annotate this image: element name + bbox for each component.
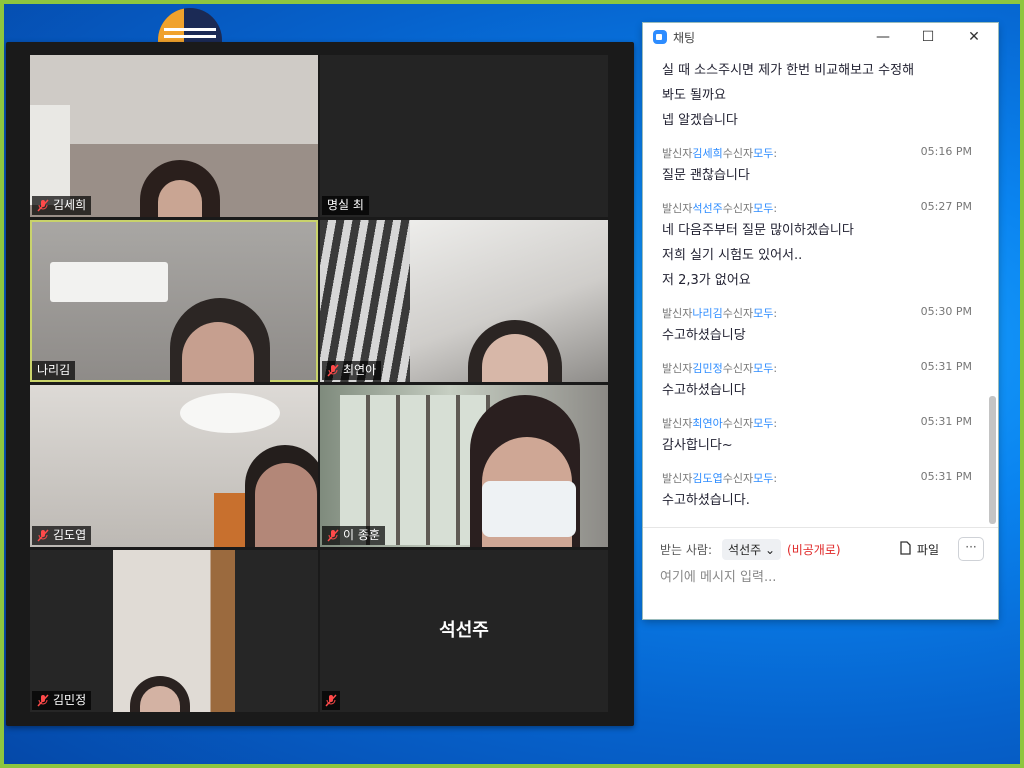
message-time: 05:31 PM [920,360,972,373]
video-tile-active-speaker[interactable]: 나리김 [30,220,318,382]
ceiling-light [180,393,280,433]
participant-name-tag: 이 종훈 [322,526,385,545]
file-button[interactable]: 파일 [900,540,939,558]
zoom-logo-icon [653,30,667,44]
participant-face [255,463,317,547]
participant-name-tag: 김세희 [32,196,92,215]
message-time: 05:31 PM [920,415,972,428]
chat-scrollbar[interactable] [989,53,996,549]
maximize-button[interactable]: ☐ [906,23,950,51]
message-time: 05:16 PM [920,145,972,158]
scrollbar-thumb[interactable] [989,396,996,524]
mic-muted-icon [37,199,49,212]
sender-name[interactable]: 김도엽 [692,472,722,485]
recipient-name[interactable]: 모두 [753,472,773,485]
message-text: 네 다음주부터 질문 많이하겠습니다 [662,223,854,238]
message-input[interactable]: 여기에 메시지 입력... [660,566,776,585]
message-text: 저 2,3가 없어요 [662,273,751,288]
recipient-name[interactable]: 모두 [753,362,773,375]
message-text: 봐도 될까요 [662,88,726,103]
video-tile[interactable]: 김세희 [30,55,318,217]
message-text: 질문 괜찮습니다 [662,168,750,183]
recipient-dropdown[interactable]: 석선주 ⌄ [722,538,782,560]
recipient-label: 받는 사람: [660,542,713,557]
window-light [30,105,70,205]
message-text: 감사합니다~ [662,438,733,453]
chat-title: 채팅 [673,30,696,45]
chevron-down-icon: ⌄ [764,542,776,557]
recipient-name[interactable]: 모두 [753,147,773,160]
message-text: 수고하셨습니당 [662,328,746,343]
mic-muted-icon [325,694,337,707]
message-text: 저희 실기 시험도 있어서.. [662,248,803,263]
recipient-name[interactable]: 모두 [753,417,773,430]
chat-titlebar[interactable]: 채팅 — ☐ ✕ [643,23,998,51]
chat-window: 채팅 — ☐ ✕ 실 때 소스주시면 제가 한번 비교해보고 수정해 봐도 될까… [643,23,998,619]
minimize-button[interactable]: — [861,23,905,51]
participant-name: 나리김 [37,363,71,377]
more-options-button[interactable]: ··· [958,537,984,561]
participant-display-name: 석선주 [439,620,489,641]
participant-name-tag: 김민정 [32,691,92,710]
mic-muted-icon [37,529,49,542]
chat-message-list[interactable]: 실 때 소스주시면 제가 한번 비교해보고 수정해 봐도 될까요 넵 알겠습니다… [643,53,988,549]
participant-name-tag: 최연아 [322,361,382,380]
participant-face [158,180,202,217]
sender-name[interactable]: 석선주 [692,202,722,215]
message-time: 05:31 PM [920,470,972,483]
video-tile[interactable]: 석선주 [320,550,608,712]
message-text: 수고하셨습니다 [662,383,746,398]
sender-name[interactable]: 김민정 [692,362,722,375]
video-tile[interactable]: 명실 최 [320,55,608,217]
face-mask [482,481,576,537]
participant-name: 이 종훈 [343,528,380,542]
window-frame [340,395,490,545]
participant-name: 김세희 [53,198,87,212]
recipient-name[interactable]: 모두 [753,307,773,320]
participant-name: 최연아 [343,363,377,377]
zoom-gallery-window: 김세희 명실 최 나리김 최연아 김도엽 이 종훈 김민정 석선주 [6,42,634,726]
message-text: 수고하셨습니다. [662,493,750,508]
private-indicator: (비공개로) [787,542,841,557]
close-button[interactable]: ✕ [952,23,996,51]
participant-name-tag: 나리김 [32,361,76,380]
message-header: 발신자김도엽수신자모두: 05:31 PM [662,470,972,485]
participant-name-tag: 명실 최 [322,196,369,215]
message-time: 05:30 PM [920,305,972,318]
participant-name-tag [322,691,340,710]
sender-name[interactable]: 나리김 [692,307,722,320]
mic-muted-icon [327,529,339,542]
air-conditioner [50,262,168,302]
video-tile[interactable]: 최연아 [320,220,608,382]
mic-muted-icon [327,364,339,377]
message-header: 발신자석선주수신자모두: 05:27 PM [662,200,972,215]
message-text: 넵 알겠습니다 [662,113,738,128]
participant-name: 명실 최 [327,198,364,212]
message-header: 발신자나리김수신자모두: 05:30 PM [662,305,972,320]
message-header: 발신자최연아수신자모두: 05:31 PM [662,415,972,430]
sender-name[interactable]: 김세희 [692,147,722,160]
video-tile[interactable]: 김도엽 [30,385,318,547]
video-tile[interactable]: 이 종훈 [320,385,608,547]
mic-muted-icon [37,694,49,707]
message-text: 실 때 소스주시면 제가 한번 비교해보고 수정해 [662,63,915,78]
file-icon [900,540,911,558]
message-header: 발신자김민정수신자모두: 05:31 PM [662,360,972,375]
composer-divider [643,527,998,528]
recipient-name[interactable]: 모두 [753,202,773,215]
video-tile[interactable]: 김민정 [30,550,318,712]
message-header: 발신자김세희수신자모두: 05:16 PM [662,145,972,160]
participant-name: 김도엽 [53,528,87,542]
message-time: 05:27 PM [920,200,972,213]
recipient-row: 받는 사람: 석선주 ⌄ (비공개로) 파일 ··· [660,537,984,561]
window-blinds [320,220,410,382]
participant-name: 김민정 [53,693,87,707]
sender-name[interactable]: 최연아 [692,417,722,430]
participant-name-tag: 김도엽 [32,526,92,545]
